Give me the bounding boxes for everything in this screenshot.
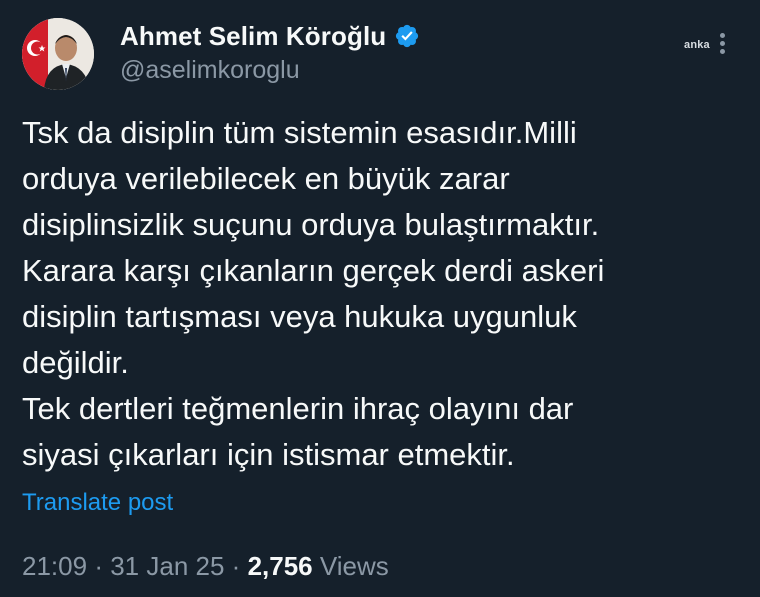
tweet-date[interactable]: 31 Jan 25 bbox=[110, 551, 224, 581]
tweet-text-line: değildir. bbox=[22, 345, 129, 380]
tweet-time[interactable]: 21:09 bbox=[22, 551, 87, 581]
tweet-text-line: disiplinsizlik suçunu orduya bulaştırmak… bbox=[22, 207, 600, 242]
meta-separator: · bbox=[94, 551, 103, 581]
verified-badge-icon bbox=[394, 23, 420, 49]
views-label: Views bbox=[319, 551, 389, 581]
views-count: 2,756 bbox=[247, 551, 313, 581]
anka-watermark: anka bbox=[684, 39, 710, 51]
author-display-name[interactable]: Ahmet Selim Köroğlu bbox=[120, 21, 386, 52]
tweet-text: Tsk da disiplin tüm sistemin esasıdır.Mi… bbox=[22, 110, 742, 478]
translate-post-link[interactable]: Translate post bbox=[22, 489, 173, 517]
tweet-text-line: Tek dertleri teğmenlerin ihraç olayını d… bbox=[22, 391, 574, 426]
tweet-text-line: disiplin tartışması veya hukuka uygunluk bbox=[22, 299, 577, 334]
tweet-text-line: orduya verilebilecek en büyük zarar bbox=[22, 161, 510, 196]
tweet-card: Ahmet Selim Köroğlu @aselimkoroglu anka … bbox=[0, 0, 760, 597]
avatar[interactable] bbox=[22, 18, 94, 90]
author-name-row: Ahmet Selim Köroğlu bbox=[120, 18, 420, 54]
tweet-text-line: Tsk da disiplin tüm sistemin esasıdır.Mi… bbox=[22, 115, 577, 150]
more-options-icon[interactable] bbox=[716, 33, 728, 61]
meta-separator: · bbox=[231, 551, 241, 581]
author-handle[interactable]: @aselimkoroglu bbox=[120, 56, 300, 85]
tweet-text-line: siyasi çıkarları için istismar etmektir. bbox=[22, 437, 515, 472]
tweet-meta: 21:09 · 31 Jan 25 · 2,756 Views bbox=[22, 551, 389, 582]
tweet-text-line: Karara karşı çıkanların gerçek derdi ask… bbox=[22, 253, 605, 288]
